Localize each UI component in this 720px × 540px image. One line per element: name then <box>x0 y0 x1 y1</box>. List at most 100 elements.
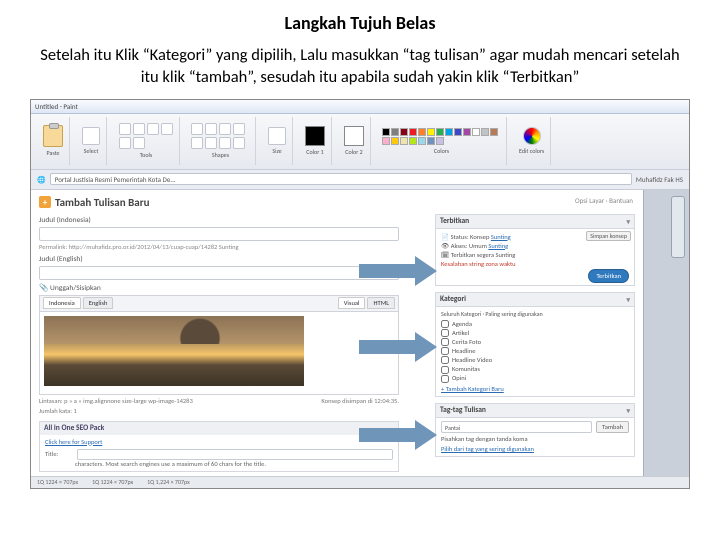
tool-icon[interactable] <box>161 123 173 135</box>
color-swatch[interactable] <box>400 137 408 145</box>
screen-options[interactable]: Opsi Layar · Bantuan <box>575 196 633 205</box>
tab-en[interactable]: English <box>83 297 114 309</box>
ribbon-color1[interactable]: Color 1 <box>299 117 332 165</box>
ribbon-image[interactable]: Select <box>76 117 107 165</box>
color-swatch[interactable] <box>427 137 435 145</box>
category-item[interactable]: Headline Video <box>441 356 629 365</box>
color-swatch[interactable] <box>490 128 498 136</box>
save-draft-button[interactable]: Simpan konsep <box>586 231 631 241</box>
choose-tags-link[interactable]: Pilih dari tag yang sering digunakan <box>441 445 629 453</box>
color-swatch[interactable] <box>391 137 399 145</box>
chevron-icon[interactable]: ▾ <box>626 295 630 304</box>
color-swatch[interactable] <box>382 128 390 136</box>
category-label: Opini <box>452 374 466 383</box>
ribbon-swatches[interactable]: Colors <box>377 117 507 165</box>
slide-title: Langkah Tujuh Belas <box>28 12 692 34</box>
tags-box: Tag-tag Tulisan▾ Pantai Tambah Pisahkan … <box>435 403 635 457</box>
title-input[interactable] <box>39 227 399 241</box>
tab-visual[interactable]: Visual <box>338 297 366 309</box>
category-checkbox[interactable] <box>441 320 449 328</box>
tab-html[interactable]: HTML <box>367 297 395 309</box>
shape-icon[interactable] <box>205 123 217 135</box>
ribbon-shapes[interactable]: Shapes <box>186 117 256 165</box>
page-title: Tambah Tulisan Baru <box>55 196 150 209</box>
edit-visibility[interactable]: Sunting <box>488 242 508 250</box>
scrollbar[interactable] <box>643 190 689 488</box>
url-field[interactable]: Portal Justisia Resmi Pemerintah Kota De… <box>50 173 632 185</box>
screenshot-container: Untitled - Paint Paste Select Tools <box>30 99 690 489</box>
tool-icon[interactable] <box>147 123 159 135</box>
shape-icon[interactable] <box>205 137 217 149</box>
color-swatch[interactable] <box>463 128 471 136</box>
shape-icon[interactable] <box>219 123 231 135</box>
ribbon-tools[interactable]: Tools <box>113 117 180 165</box>
tool-icon[interactable] <box>119 137 131 149</box>
color-swatch[interactable] <box>409 137 417 145</box>
seo-title-input[interactable] <box>77 449 393 460</box>
tool-icon[interactable] <box>133 137 145 149</box>
visibility-text: Akses: Umum <box>451 242 487 250</box>
color-swatch[interactable] <box>400 128 408 136</box>
ribbon-color2[interactable]: Color 2 <box>338 117 371 165</box>
category-title: Kategori <box>440 295 466 304</box>
ribbon-size[interactable]: Size <box>262 117 293 165</box>
shape-icon[interactable] <box>191 123 203 135</box>
ribbon-editcolors[interactable]: Edit colors <box>513 117 551 165</box>
color-swatch[interactable] <box>418 137 426 145</box>
category-item[interactable]: Cerita Foto <box>441 338 629 347</box>
seo-help-link[interactable]: Click here for Support <box>45 438 393 446</box>
color-swatch[interactable] <box>436 128 444 136</box>
editor-area[interactable] <box>39 311 399 395</box>
paint-title: Untitled - Paint <box>35 102 78 111</box>
color1-label: Color 1 <box>306 148 323 156</box>
tag-hint: Pisahkan tag dengan tanda koma <box>441 435 629 443</box>
color-swatch[interactable] <box>409 128 417 136</box>
add-tag-button[interactable]: Tambah <box>596 421 629 433</box>
shapes-label: Shapes <box>212 151 229 159</box>
publish-button[interactable]: Terbitkan <box>588 269 629 283</box>
title-label: Judul (Indonesia) <box>39 216 399 225</box>
shape-icon[interactable] <box>219 137 231 149</box>
editor-column: Judul (Indonesia) Permalink: http://muha… <box>39 214 399 472</box>
chevron-icon[interactable]: ▾ <box>626 217 630 226</box>
shape-icon[interactable] <box>233 123 245 135</box>
tool-icon[interactable] <box>133 123 145 135</box>
shape-icon[interactable] <box>191 137 203 149</box>
color1-swatch <box>305 126 325 146</box>
color-swatch[interactable] <box>427 128 435 136</box>
category-item[interactable]: Artikel <box>441 329 629 338</box>
title-label-en: Judul (English) <box>39 255 399 264</box>
color-swatch[interactable] <box>445 128 453 136</box>
upload-label[interactable]: 📎 Unggah/Sisipkan <box>39 283 399 293</box>
editcolors-label: Edit colors <box>519 147 544 155</box>
tool-icon[interactable] <box>119 123 131 135</box>
select-label: Select <box>84 147 99 155</box>
category-checkbox[interactable] <box>441 375 449 383</box>
select-icon <box>82 127 100 145</box>
category-checkbox[interactable] <box>441 366 449 374</box>
category-item[interactable]: Agenda <box>441 320 629 329</box>
tab-id[interactable]: Indonesia <box>43 297 81 309</box>
color-swatch[interactable] <box>472 128 480 136</box>
edit-status[interactable]: Sunting <box>491 233 511 241</box>
color-swatch[interactable] <box>382 137 390 145</box>
category-tabs[interactable]: Seluruh Kategori · Paling sering digunak… <box>441 310 629 318</box>
color-swatch[interactable] <box>454 128 462 136</box>
chevron-icon[interactable]: ▾ <box>626 406 630 415</box>
color-swatch[interactable] <box>391 128 399 136</box>
shape-icon[interactable] <box>233 137 245 149</box>
size-label: Size <box>272 147 281 155</box>
color-swatch[interactable] <box>481 128 489 136</box>
ribbon-clipboard[interactable]: Paste <box>37 117 70 165</box>
color-swatch[interactable] <box>436 137 444 145</box>
category-item[interactable]: Komunitas <box>441 365 629 374</box>
tag-input[interactable]: Pantai <box>441 421 592 433</box>
add-icon: + <box>39 196 51 208</box>
status-b: 1Q 1224 × 707px <box>92 478 133 486</box>
title-input-en[interactable] <box>39 266 399 280</box>
color-swatch[interactable] <box>418 128 426 136</box>
publish-box: Terbitkan▾ Simpan konsep 📄 Status: Konse… <box>435 214 635 286</box>
category-item[interactable]: Headline <box>441 347 629 356</box>
category-item[interactable]: Opini <box>441 374 629 383</box>
add-category-link[interactable]: + Tambah Kategori Baru <box>441 385 629 393</box>
